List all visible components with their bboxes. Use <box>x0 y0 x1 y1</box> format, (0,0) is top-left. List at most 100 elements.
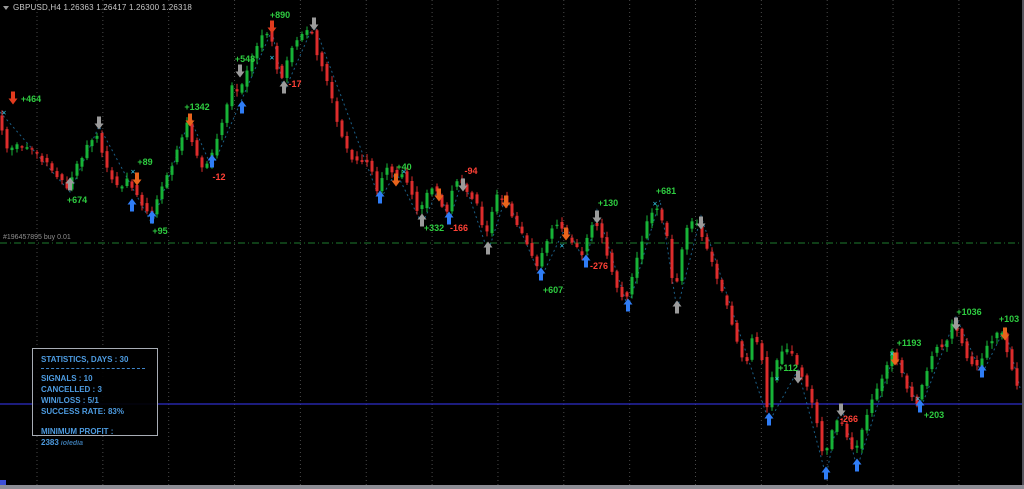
candle-body <box>726 296 729 306</box>
candle-body <box>236 89 239 91</box>
candle-body <box>531 243 534 256</box>
candle-body <box>551 228 554 238</box>
candle-body <box>766 357 769 407</box>
candle-body <box>1016 368 1019 386</box>
candle-body <box>316 30 319 55</box>
signal-down-arrow-icon <box>310 18 319 31</box>
candle-body <box>871 400 874 413</box>
candle-body <box>371 161 374 172</box>
candle-body <box>586 238 589 252</box>
candle-body <box>161 186 164 199</box>
candle-body <box>666 223 669 236</box>
signal-x-marker: ✕ <box>559 243 564 250</box>
candle-body <box>526 235 529 244</box>
stats-winloss: WIN/LOSS : 5/1 <box>41 395 157 406</box>
candle-body <box>791 351 794 354</box>
candle-body <box>196 140 199 156</box>
candle-body <box>481 207 484 225</box>
candle-body <box>906 376 909 389</box>
candle-body <box>286 60 289 78</box>
signal-up-arrow-icon <box>238 101 247 114</box>
candle-body <box>656 209 659 210</box>
candle-body <box>106 151 109 167</box>
signal-profit-label: -17 <box>288 79 301 89</box>
candle-body <box>721 280 724 291</box>
candle-body <box>101 133 104 153</box>
candle-body <box>216 139 219 155</box>
candle-body <box>456 181 459 187</box>
candle-body <box>16 144 19 149</box>
candle-body <box>191 123 194 142</box>
candle-body <box>616 271 619 287</box>
candle-body <box>946 340 949 347</box>
candle-body <box>511 204 514 217</box>
signal-down-arrow-icon <box>268 21 277 34</box>
candle-body <box>741 341 744 357</box>
candle-body <box>56 171 59 177</box>
candle-body <box>296 40 299 46</box>
candle-body <box>91 140 94 146</box>
stats-separator <box>41 368 145 369</box>
candle-body <box>621 287 624 297</box>
candle-body <box>256 46 259 58</box>
signal-profit-label: -166 <box>450 223 468 233</box>
candle-body <box>591 225 594 237</box>
trading-terminal-window: +464+674+89+95+1342-12+548+890-17+40+332… <box>0 0 1024 489</box>
signal-x-marker: ✕ <box>269 55 274 62</box>
signal-x-marker: ✕ <box>130 169 135 176</box>
signal-profit-label: +103 <box>999 314 1019 324</box>
stats-watermark: ioledia <box>61 440 83 447</box>
candle-body <box>631 277 634 294</box>
candle-body <box>1 116 4 131</box>
signal-profit-label: +1036 <box>956 307 981 317</box>
statistics-panel: STATISTICS, DAYS : 30 SIGNALS : 10 CANCE… <box>32 348 158 436</box>
candle-body <box>176 150 179 162</box>
candle-body <box>646 221 649 238</box>
candle-body <box>46 158 49 162</box>
stats-cancelled: CANCELLED : 3 <box>41 384 157 395</box>
candle-body <box>636 258 639 278</box>
candle-body <box>821 421 824 451</box>
horizontal-scrollbar[interactable] <box>0 485 1024 489</box>
candle-body <box>911 387 914 397</box>
candle-body <box>936 347 939 353</box>
candle-body <box>601 223 604 237</box>
candle-body <box>201 157 204 167</box>
candle-body <box>691 221 694 228</box>
signal-profit-label: +681 <box>656 186 676 196</box>
signal-profit-label: +1342 <box>184 102 209 112</box>
signal-profit-label: +332 <box>424 223 444 233</box>
candle-body <box>346 136 349 148</box>
candle-body <box>731 306 734 325</box>
candle-body <box>356 156 359 160</box>
candle-body <box>606 237 609 255</box>
signal-x-marker: ✕ <box>915 396 920 403</box>
candle-body <box>471 192 474 198</box>
candle-body <box>861 430 864 449</box>
candle-body <box>376 171 379 191</box>
signal-up-arrow-icon <box>673 301 682 314</box>
candle-body <box>581 251 584 255</box>
candle-body <box>866 415 869 431</box>
candle-body <box>571 238 574 243</box>
candle-body <box>676 278 679 281</box>
candle-body <box>171 166 174 175</box>
signal-profit-label: +464 <box>21 94 41 104</box>
candle-body <box>391 167 394 173</box>
signal-up-arrow-icon <box>853 459 862 472</box>
candle-body <box>751 338 754 360</box>
signal-profit-label: +112 <box>778 363 798 373</box>
candle-body <box>836 420 839 431</box>
candle-body <box>926 371 929 386</box>
candle-body <box>156 199 159 214</box>
candle-body <box>231 85 234 106</box>
candle-body <box>516 216 519 225</box>
symbol-dropdown-icon[interactable] <box>3 6 9 10</box>
candle-body <box>986 346 989 358</box>
candle-body <box>61 174 64 180</box>
candle-body <box>831 430 834 449</box>
candle-body <box>96 136 99 139</box>
signal-profit-label: +674 <box>67 195 87 205</box>
candle-body <box>786 349 789 352</box>
stats-signals: SIGNALS : 10 <box>41 373 157 384</box>
